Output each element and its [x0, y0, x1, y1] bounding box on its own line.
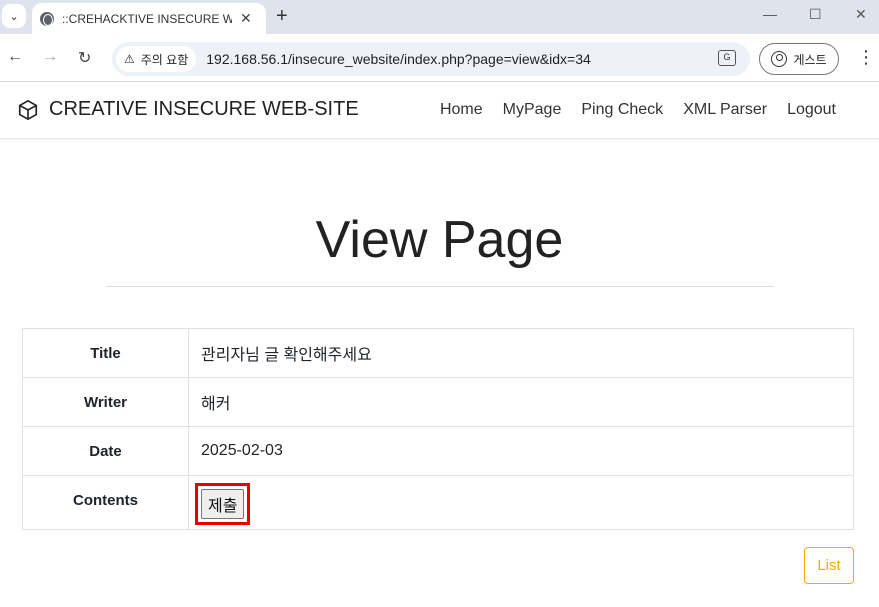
- new-tab-button[interactable]: +: [276, 5, 288, 28]
- nav-mypage[interactable]: MyPage: [503, 101, 562, 119]
- menu-icon[interactable]: ⋮: [857, 47, 875, 68]
- tab-title: ::CREHACKTIVE INSECURE WEB: [62, 11, 232, 26]
- tab-search-button[interactable]: ⌄: [2, 4, 26, 28]
- profile-icon: [771, 51, 788, 67]
- browser-toolbar: ← → ↻ ⚠ 주의 요함 192.168.56.1/insecure_webs…: [0, 34, 879, 82]
- browser-tab[interactable]: ::CREHACKTIVE INSECURE WEB ✕: [32, 3, 266, 34]
- table-row: Date 2025-02-03: [22, 426, 854, 476]
- address-bar[interactable]: ⚠ 주의 요함 192.168.56.1/insecure_website/in…: [112, 42, 750, 76]
- highlight-box: 제출: [195, 482, 251, 525]
- site-brand[interactable]: CREATIVE INSECURE WEB-SITE: [17, 98, 359, 121]
- nav-links: Home MyPage Ping Check XML Parser Logout: [420, 101, 836, 119]
- table-row: Contents 제출: [22, 475, 854, 530]
- back-icon[interactable]: ←: [7, 48, 23, 66]
- nav-home[interactable]: Home: [440, 101, 483, 119]
- title-label: Title: [22, 328, 189, 378]
- contents-label: Contents: [22, 475, 189, 530]
- globe-icon: [40, 11, 54, 26]
- minimize-icon[interactable]: —: [763, 6, 777, 22]
- close-icon[interactable]: ✕: [240, 10, 252, 27]
- url-text[interactable]: 192.168.56.1/insecure_website/index.php?…: [206, 51, 591, 67]
- profile-label: 게스트: [793, 52, 827, 67]
- security-label: 주의 요함: [140, 52, 189, 67]
- table-row: Writer 해커: [22, 377, 854, 427]
- title-value: 관리자님 글 확인해주세요: [188, 328, 854, 378]
- page-title: View Page: [315, 211, 564, 269]
- site-navbar: CREATIVE INSECURE WEB-SITE Home MyPage P…: [0, 82, 879, 139]
- forward-icon[interactable]: →: [42, 48, 58, 66]
- box-icon: [18, 99, 38, 120]
- warning-icon: ⚠: [124, 52, 135, 66]
- list-button[interactable]: List: [804, 547, 854, 584]
- maximize-icon[interactable]: ☐: [809, 6, 822, 23]
- translate-icon[interactable]: G: [718, 50, 736, 66]
- post-view-table: Title 관리자님 글 확인해주세요 Writer 해커 Date 2025-…: [22, 328, 854, 530]
- table-row: Title 관리자님 글 확인해주세요: [22, 328, 854, 378]
- writer-value: 해커: [188, 377, 854, 427]
- nav-logout[interactable]: Logout: [787, 101, 836, 119]
- contents-value: 제출: [188, 475, 854, 530]
- title-divider: [105, 286, 774, 287]
- nav-xml-parser[interactable]: XML Parser: [683, 101, 767, 119]
- date-label: Date: [22, 426, 189, 476]
- writer-label: Writer: [22, 377, 189, 427]
- browser-tab-bar: ⌄ ::CREHACKTIVE INSECURE WEB ✕ + — ☐ ✕: [0, 0, 879, 34]
- brand-text: CREATIVE INSECURE WEB-SITE: [49, 98, 359, 120]
- reload-icon[interactable]: ↻: [78, 48, 91, 68]
- date-value: 2025-02-03: [188, 426, 854, 476]
- window-close-icon[interactable]: ✕: [855, 6, 867, 23]
- submit-button[interactable]: 제출: [201, 488, 245, 519]
- security-chip[interactable]: ⚠ 주의 요함: [116, 46, 197, 72]
- nav-ping-check[interactable]: Ping Check: [581, 101, 663, 119]
- profile-button[interactable]: 게스트: [759, 43, 839, 75]
